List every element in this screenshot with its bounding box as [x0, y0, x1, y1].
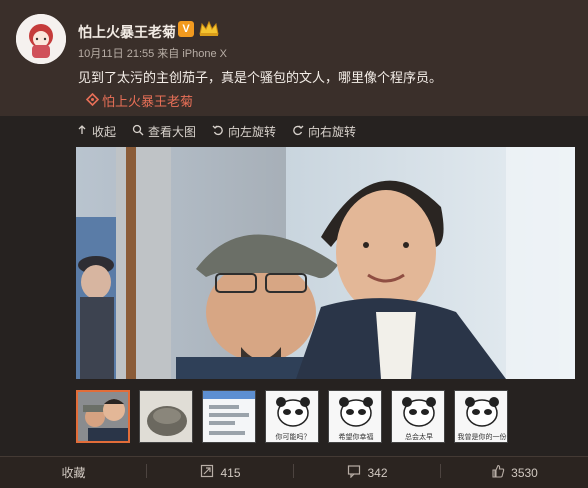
thumbnail-chat[interactable]: [202, 390, 256, 443]
rotate-left-icon: [212, 124, 224, 139]
rotate-left-button[interactable]: 向左旋转: [212, 123, 276, 139]
collapse-button[interactable]: 收起: [76, 123, 116, 139]
repost-icon: [200, 464, 214, 481]
thumbnail-panda-3[interactable]: 总会太早: [391, 390, 445, 443]
magnifier-icon: [132, 124, 144, 139]
post-meta: 10月11日 21:55 来自 iPhone X: [78, 48, 227, 60]
panda-caption-2: 希望你幸福: [339, 432, 374, 441]
comment-count: 342: [367, 465, 388, 480]
rotate-left-label: 向左旋转: [228, 124, 277, 139]
post-footer: 收藏 415 342 3530: [0, 456, 588, 488]
view-large-button[interactable]: 查看大图: [132, 123, 196, 139]
like-count: 3530: [511, 465, 538, 480]
mention-label: 怕上火暴王老菊: [102, 94, 194, 109]
like-button[interactable]: 3530: [441, 464, 588, 481]
media-toolbar: 收起 查看大图 向左旋转 向右旋转: [76, 123, 356, 139]
thumbnail-selfie[interactable]: [76, 390, 130, 443]
panda-caption-3: 总会太早: [405, 432, 433, 441]
main-photo[interactable]: [76, 147, 575, 379]
favorite-button[interactable]: 收藏: [0, 464, 147, 481]
comment-button[interactable]: 342: [294, 464, 441, 481]
thumbs-up-icon: [491, 464, 505, 481]
panda-caption-1: 你可能吗？: [276, 432, 311, 441]
thumbnail-strip: 你可能吗？ 希望你幸福 总会太早 我曾是你的一份: [76, 390, 517, 446]
verified-badge-icon: V: [178, 21, 194, 37]
favorite-label: 收藏: [61, 466, 86, 480]
mention-link[interactable]: 怕上火暴王老菊: [85, 91, 194, 110]
rotate-right-button[interactable]: 向右旋转: [292, 123, 356, 139]
thumbnail-pot[interactable]: [139, 390, 193, 443]
panda-caption-4: 我曾是你的一份: [458, 432, 507, 441]
rotate-right-label: 向右旋转: [308, 124, 357, 139]
post-text: 见到了太污的主创茄子，真是个骚包的文人，哪里像个程序员。: [78, 70, 443, 85]
repost-count: 415: [220, 465, 241, 480]
username[interactable]: 怕上火暴王老菊: [78, 22, 176, 42]
rotate-right-icon: [292, 124, 304, 139]
thumbnail-panda-2[interactable]: 希望你幸福: [328, 390, 382, 443]
collapse-icon: [76, 124, 88, 139]
view-large-label: 查看大图: [148, 124, 197, 139]
thumbnail-panda-1[interactable]: 你可能吗？: [265, 390, 319, 443]
crown-icon: [199, 19, 219, 37]
avatar[interactable]: [16, 14, 66, 64]
repost-button[interactable]: 415: [147, 464, 294, 481]
comment-icon: [347, 464, 361, 481]
thumbnail-panda-4[interactable]: 我曾是你的一份: [454, 390, 508, 443]
diamond-icon: [85, 92, 100, 109]
collapse-label: 收起: [92, 124, 117, 139]
